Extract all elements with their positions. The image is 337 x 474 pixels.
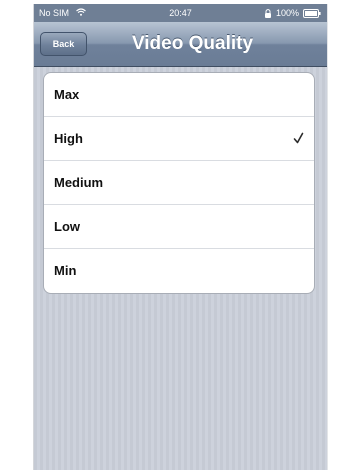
navigation-bar: Video Quality Back xyxy=(34,22,327,67)
option-high[interactable]: High xyxy=(44,117,314,161)
option-label: Low xyxy=(54,219,80,234)
checkmark-icon xyxy=(293,132,304,144)
option-medium[interactable]: Medium xyxy=(44,161,314,205)
option-label: Min xyxy=(54,263,77,278)
option-label: Max xyxy=(54,87,80,102)
battery-icon xyxy=(303,8,321,18)
option-label: High xyxy=(54,131,83,146)
lock-icon xyxy=(264,8,271,18)
battery-percent: 100% xyxy=(275,8,299,18)
option-max[interactable]: Max xyxy=(44,73,314,117)
phone-screen: No SIM 20:47 100% Video Quality Back Max… xyxy=(33,4,328,470)
video-quality-list: Max High Medium Low Min xyxy=(43,72,315,294)
option-label: Medium xyxy=(54,175,104,190)
status-right-group: 100% xyxy=(264,4,321,22)
option-min[interactable]: Min xyxy=(44,249,314,293)
back-button[interactable]: Back xyxy=(40,32,87,56)
screenshot-frame: No SIM 20:47 100% Video Quality Back Max… xyxy=(0,0,337,474)
option-low[interactable]: Low xyxy=(44,205,314,249)
status-bar: No SIM 20:47 100% xyxy=(34,4,327,22)
